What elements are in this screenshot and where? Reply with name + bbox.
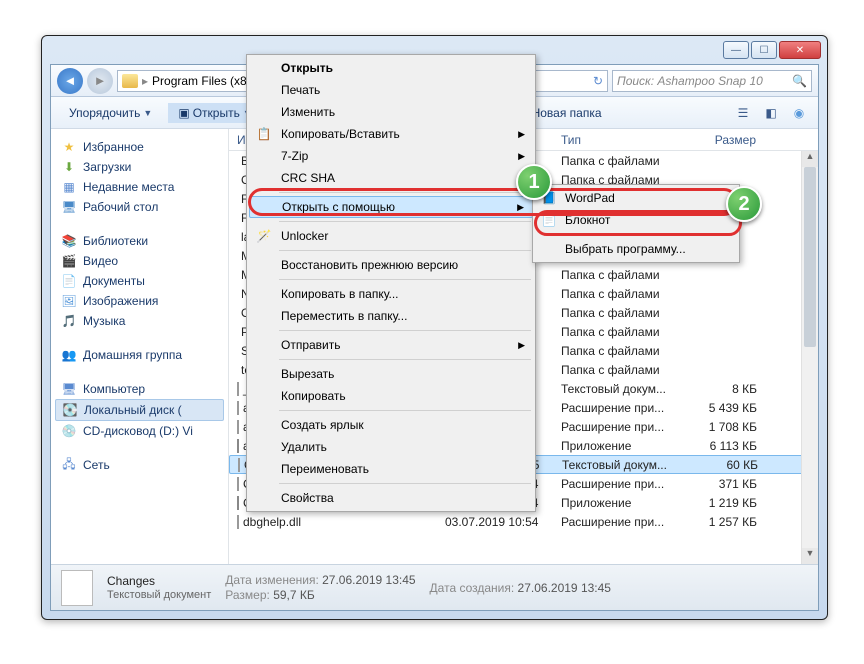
ctx-copy-to[interactable]: Копировать в папку... (249, 283, 533, 305)
ctx-open-with[interactable]: Открыть с помощью▶ (249, 196, 533, 218)
maximize-button[interactable]: ☐ (751, 41, 777, 59)
organize-button[interactable]: Упорядочить▼ (59, 103, 162, 123)
library-icon: 📚 (61, 233, 77, 249)
refresh-icon[interactable]: ↻ (593, 74, 603, 88)
ctx-7zip[interactable]: 7-Zip▶ (249, 145, 533, 167)
dll-icon (237, 420, 239, 434)
sidebar-downloads[interactable]: ⬇Загрузки (55, 157, 224, 177)
sidebar-music[interactable]: 🎵Музыка (55, 311, 224, 331)
col-size[interactable]: Размер (687, 133, 765, 147)
sidebar-libraries[interactable]: 📚Библиотеки (55, 231, 224, 251)
ctx-print[interactable]: Печать (249, 79, 533, 101)
music-icon: 🎵 (61, 313, 77, 329)
document-icon: 📄 (61, 273, 77, 289)
sidebar-documents[interactable]: 📄Документы (55, 271, 224, 291)
submenu-wordpad[interactable]: 📘WordPad (535, 187, 737, 209)
sidebar-recent[interactable]: ▦Недавние места (55, 177, 224, 197)
sidebar-video[interactable]: 🎬Видео (55, 251, 224, 271)
sidebar-homegroup[interactable]: 👥Домашняя группа (55, 345, 224, 365)
minimize-button[interactable]: — (723, 41, 749, 59)
ctx-crc[interactable]: CRC SHA▶ (249, 167, 533, 189)
status-created: 27.06.2019 13:45 (518, 581, 611, 595)
view-icon[interactable]: ☰ (732, 106, 754, 120)
dll-icon (237, 515, 239, 529)
status-created-label: Дата создания: (430, 581, 515, 595)
submenu-choose-program[interactable]: Выбрать программу... (535, 238, 737, 260)
preview-icon[interactable]: ◧ (760, 106, 782, 120)
network-icon: 🖧 (61, 457, 77, 473)
submenu-notepad[interactable]: 📄Блокнот (535, 209, 737, 231)
ctx-move-to[interactable]: Переместить в папку... (249, 305, 533, 327)
homegroup-icon: 👥 (61, 347, 77, 363)
scroll-thumb[interactable] (804, 167, 816, 347)
status-size: 59,7 КБ (273, 588, 315, 602)
video-icon: 🎬 (61, 253, 77, 269)
ctx-shortcut[interactable]: Создать ярлык (249, 414, 533, 436)
search-input[interactable]: Поиск: Ashampoo Snap 10 🔍 (612, 70, 812, 92)
ctx-rename[interactable]: Переименовать (249, 458, 533, 480)
breadcrumb-item[interactable]: Program Files (x86) (152, 74, 257, 88)
forward-button[interactable]: ► (87, 68, 113, 94)
unlocker-icon: 🪄 (255, 229, 273, 243)
ctx-cut[interactable]: Вырезать (249, 363, 533, 385)
image-icon: 🖼 (61, 293, 77, 309)
status-bar: Changes Текстовый документ Дата изменени… (51, 564, 818, 610)
status-filename: Changes (107, 574, 211, 588)
view-controls[interactable]: ☰ ◧ ◉ (732, 106, 810, 120)
sidebar-images[interactable]: 🖼Изображения (55, 291, 224, 311)
ctx-delete[interactable]: Удалить (249, 436, 533, 458)
sidebar-favorites[interactable]: ★Избранное (55, 137, 224, 157)
ctx-send-to[interactable]: Отправить▶ (249, 334, 533, 356)
dll-icon (237, 401, 239, 415)
status-filetype: Текстовый документ (107, 589, 211, 601)
context-menu[interactable]: Открыть Печать Изменить 📋Копировать/Вста… (246, 54, 536, 512)
search-placeholder: Поиск: Ashampoo Snap 10 (617, 74, 763, 88)
dll-icon (237, 477, 239, 491)
desktop-icon: 🖥 (61, 199, 77, 215)
sidebar-network[interactable]: 🖧Сеть (55, 455, 224, 475)
places-icon: ▦ (61, 179, 77, 195)
exe-icon (237, 439, 239, 453)
ctx-edit[interactable]: Изменить (249, 101, 533, 123)
ctx-copy[interactable]: Копировать (249, 385, 533, 407)
table-row[interactable]: dbghelp.dll03.07.2019 10:54Расширение пр… (229, 512, 818, 531)
exe-icon (237, 496, 239, 510)
scroll-up[interactable]: ▲ (802, 151, 818, 167)
ctx-open[interactable]: Открыть (249, 57, 533, 79)
open-with-submenu[interactable]: 📘WordPad 📄Блокнот Выбрать программу... (532, 184, 740, 263)
star-icon: ★ (61, 139, 77, 155)
file-type-icon (61, 570, 93, 606)
file-icon (238, 458, 240, 472)
scrollbar[interactable]: ▲ ▼ (801, 151, 818, 564)
status-modified: 27.06.2019 13:45 (322, 573, 415, 587)
annotation-badge-2: 2 (726, 186, 762, 222)
folder-icon (122, 74, 138, 88)
annotation-badge-1: 1 (516, 164, 552, 200)
back-button[interactable]: ◄ (57, 68, 83, 94)
ctx-unlocker[interactable]: 🪄Unlocker (249, 225, 533, 247)
clipboard-icon: 📋 (255, 127, 273, 141)
sidebar-local-disk[interactable]: 💽Локальный диск ( (55, 399, 224, 421)
search-icon: 🔍 (792, 74, 807, 88)
status-modified-label: Дата изменения: (225, 573, 319, 587)
disk-icon: 💽 (62, 402, 78, 418)
file-icon (237, 382, 239, 396)
breadcrumb-sep: ▸ (142, 74, 148, 88)
sidebar-cd-drive[interactable]: 💿CD-дисковод (D:) Vi (55, 421, 224, 441)
ctx-properties[interactable]: Свойства (249, 487, 533, 509)
col-type[interactable]: Тип (553, 133, 687, 147)
cd-icon: 💿 (61, 423, 77, 439)
ctx-restore[interactable]: Восстановить прежнюю версию (249, 254, 533, 276)
help-icon[interactable]: ◉ (788, 106, 810, 120)
sidebar-desktop[interactable]: 🖥Рабочий стол (55, 197, 224, 217)
sidebar-computer[interactable]: 🖥Компьютер (55, 379, 224, 399)
notepad-icon: 📄 (540, 213, 558, 227)
status-size-label: Размер: (225, 588, 270, 602)
scroll-down[interactable]: ▼ (802, 548, 818, 564)
ctx-copypaste[interactable]: 📋Копировать/Вставить▶ (249, 123, 533, 145)
navigation-sidebar: ★Избранное ⬇Загрузки ▦Недавние места 🖥Ра… (51, 129, 229, 564)
computer-icon: 🖥 (61, 381, 77, 397)
download-icon: ⬇ (61, 159, 77, 175)
close-button[interactable]: ✕ (779, 41, 821, 59)
